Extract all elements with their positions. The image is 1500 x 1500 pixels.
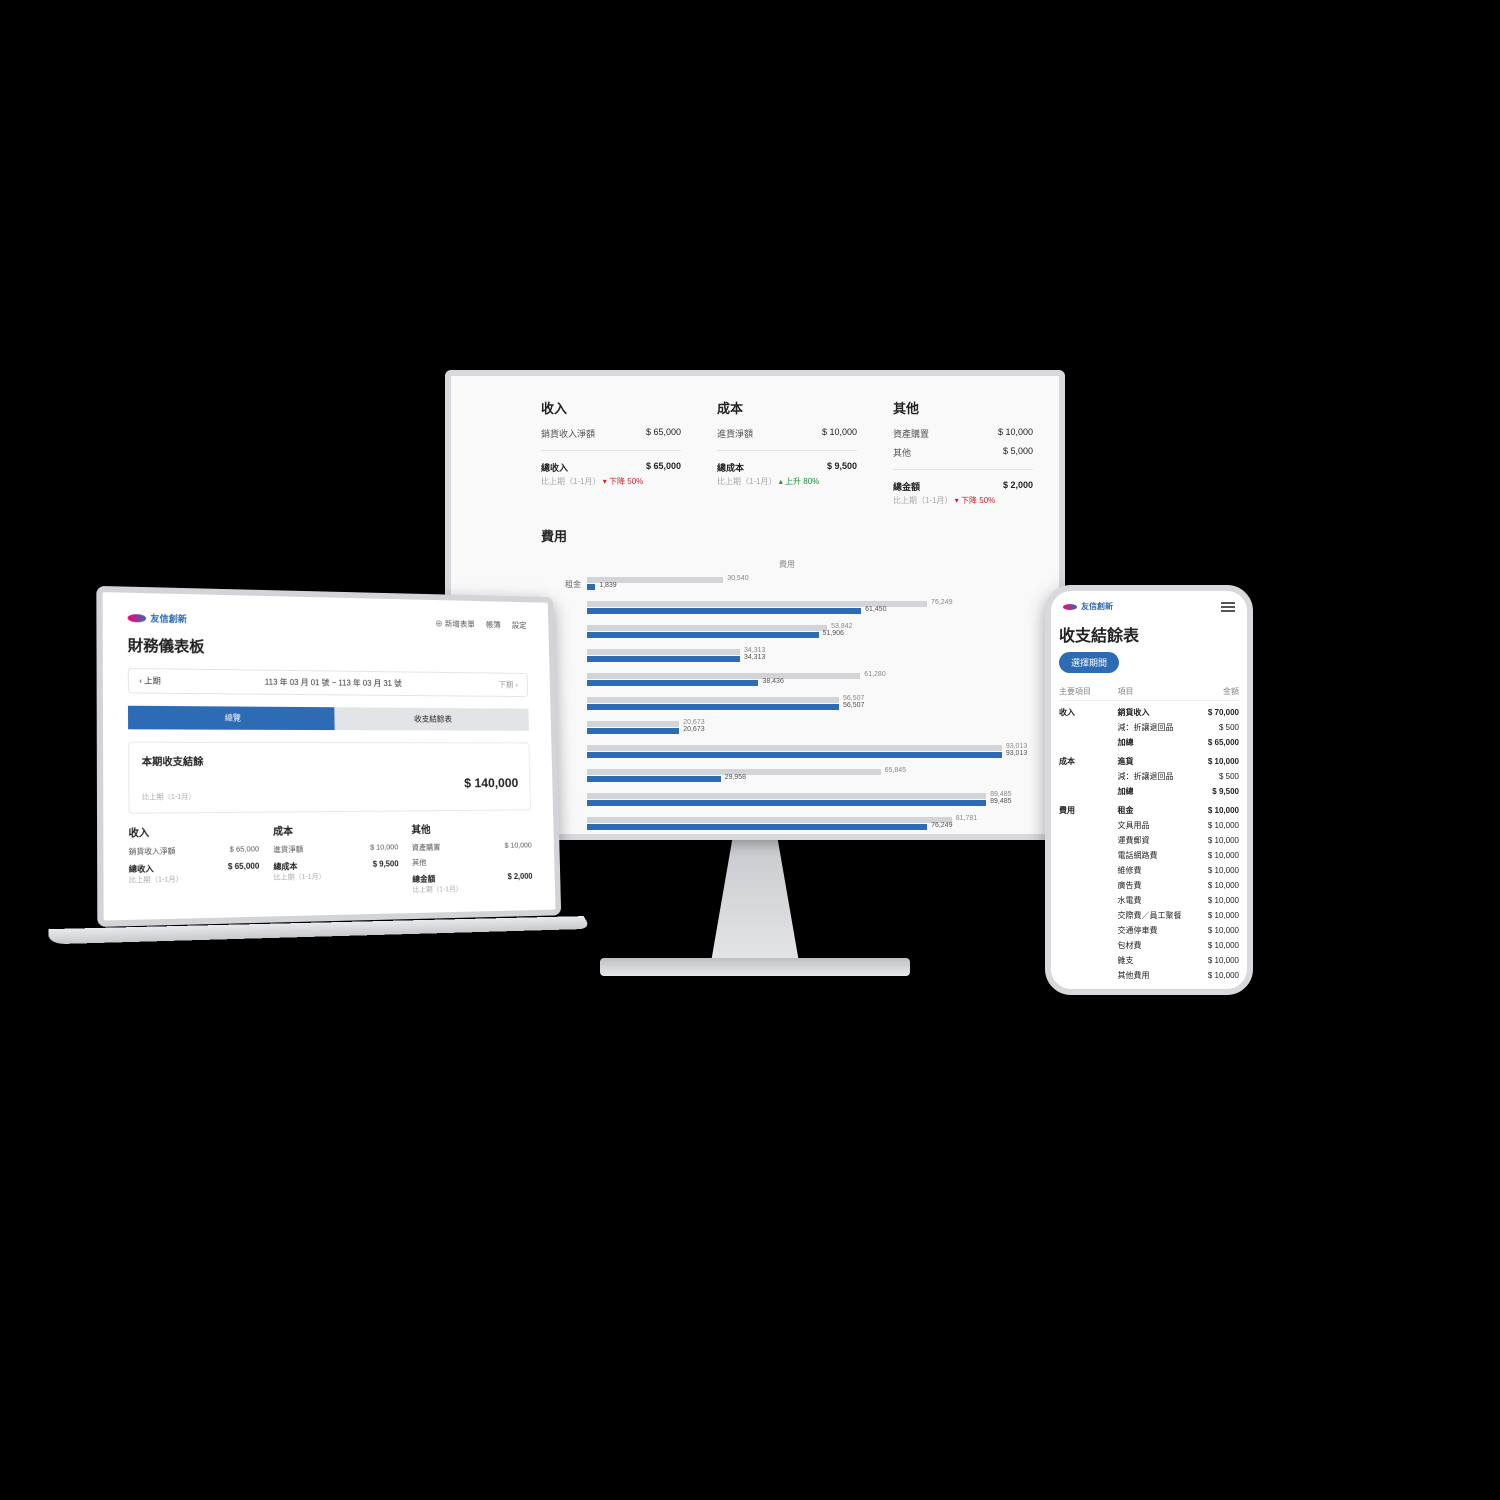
brand-logo: 友信創新 [128, 611, 188, 625]
table-row: 廣告費$ 10,000 [1059, 878, 1239, 893]
table-row: 加總$ 65,000 [1059, 735, 1239, 750]
lap-other: 其他 資產購置$ 10,000 其他 總金額$ 2,000 比上期（1-1月） [411, 820, 533, 895]
table-row: 電話網路費$ 10,000 [1059, 848, 1239, 863]
tab-statement[interactable]: 收支結餘表 [334, 707, 529, 731]
other-title: 其他 [893, 398, 1033, 417]
chart-bar-row: 20,67320,673 [541, 718, 1033, 738]
plus-icon: ⊕ [435, 619, 443, 628]
table-row: 減：折讓退回品$ 500 [1059, 769, 1239, 784]
brand-logo-mobile: 友信創新 [1063, 601, 1113, 612]
page-title: 財務儀表板 [128, 634, 528, 661]
chart-bar-row: 65,84529,958 [541, 766, 1033, 786]
chart-bar-row: 93,01393,013 [541, 742, 1033, 762]
table-row: 交際費／員工聚餐$ 10,000 [1059, 908, 1239, 923]
revenue-title: 收入 [541, 398, 681, 417]
table-row: 其他費用$ 10,000 [1059, 968, 1239, 981]
table-row: 減：折讓退回品$ 500 [1059, 720, 1239, 735]
table-row: 雜支$ 10,000 [1059, 953, 1239, 968]
cost-card: 成本 進貨淨額$ 10,000 總成本$ 9,500 比上期（1-1月） ▴ 上… [717, 398, 857, 506]
select-period-button[interactable]: 選擇期間 [1059, 652, 1119, 673]
chart-bar-row: 34,31334,313 [541, 646, 1033, 666]
table-row: 成本進貨$ 10,000 [1059, 750, 1239, 769]
table-row: 包材費$ 10,000 [1059, 938, 1239, 953]
table-row: 費用租金$ 10,000 [1059, 799, 1239, 818]
chart-bar-row: 76,24961,450 [541, 598, 1033, 618]
summary-panel: 本期收支結餘 $ 140,000 比上期（1-1月） [128, 742, 531, 814]
next-period-button[interactable]: 下期 › [498, 679, 518, 690]
expense-section-title: 費用 [541, 526, 1033, 545]
table-row: 收入銷貨收入$ 70,000 [1059, 701, 1239, 721]
table-row: 運費郵資$ 10,000 [1059, 833, 1239, 848]
lap-revenue: 收入 銷貨收入淨額$ 65,000 總收入$ 65,000 比上期（1-1月） [128, 823, 259, 901]
chart-bar-row: 81,78176,249 [541, 814, 1033, 834]
tab-overview[interactable]: 總覽 [128, 706, 335, 730]
table-row: 加總$ 9,500 [1059, 784, 1239, 799]
statement-table: 主要項目 項目 金額 收入銷貨收入$ 70,000減：折讓退回品$ 500加總$… [1059, 683, 1239, 981]
laptop: 友信創新 ⊕ 新增表單 帳簿 設定 財務儀表板 ‹ 上期 113 年 03 月 … [96, 586, 561, 927]
nav-settings[interactable]: 設定 [512, 620, 527, 631]
period-range: 113 年 03 月 01 號 ~ 113 年 03 月 31 號 [171, 676, 489, 690]
chart-bar-row: 56,50756,507 [541, 694, 1033, 714]
lap-cost: 成本 進貨淨額$ 10,000 總成本$ 9,500 比上期（1-1月） [273, 821, 399, 898]
nav-ledger[interactable]: 帳簿 [486, 620, 501, 631]
mobile-page-title: 收支結餘表 [1059, 622, 1239, 646]
revenue-card: 收入 銷貨收入淨額$ 65,000 總收入$ 65,000 比上期（1-1月） … [541, 398, 681, 506]
table-row: 文具用品$ 10,000 [1059, 818, 1239, 833]
table-row: 交通停車費$ 10,000 [1059, 923, 1239, 938]
period-selector: ‹ 上期 113 年 03 月 01 號 ~ 113 年 03 月 31 號 下… [128, 668, 528, 697]
other-card: 其他 資產購置$ 10,000 其他$ 5,000 總金額$ 2,000 比上期… [893, 398, 1033, 506]
chart-bar-row: 61,28038,436 [541, 670, 1033, 690]
nav-add[interactable]: ⊕ 新增表單 [435, 618, 475, 629]
menu-icon[interactable] [1221, 602, 1235, 612]
chart-bar-row: 53,84251,906 [541, 622, 1033, 642]
expense-bar-chart: 費用 租金30,5401,83976,24961,45053,84251,906… [541, 559, 1033, 834]
table-row: 水電費$ 10,000 [1059, 893, 1239, 908]
table-row: 維修費$ 10,000 [1059, 863, 1239, 878]
prev-period-button[interactable]: ‹ 上期 [139, 675, 161, 686]
chart-bar-row: 89,48589,485 [541, 790, 1033, 810]
phone: 友信創新 收支結餘表 選擇期間 主要項目 項目 金額 收入銷貨收入$ 70,00… [1045, 585, 1253, 995]
chart-bar-row: 租金30,5401,839 [541, 574, 1033, 594]
cost-title: 成本 [717, 398, 857, 417]
